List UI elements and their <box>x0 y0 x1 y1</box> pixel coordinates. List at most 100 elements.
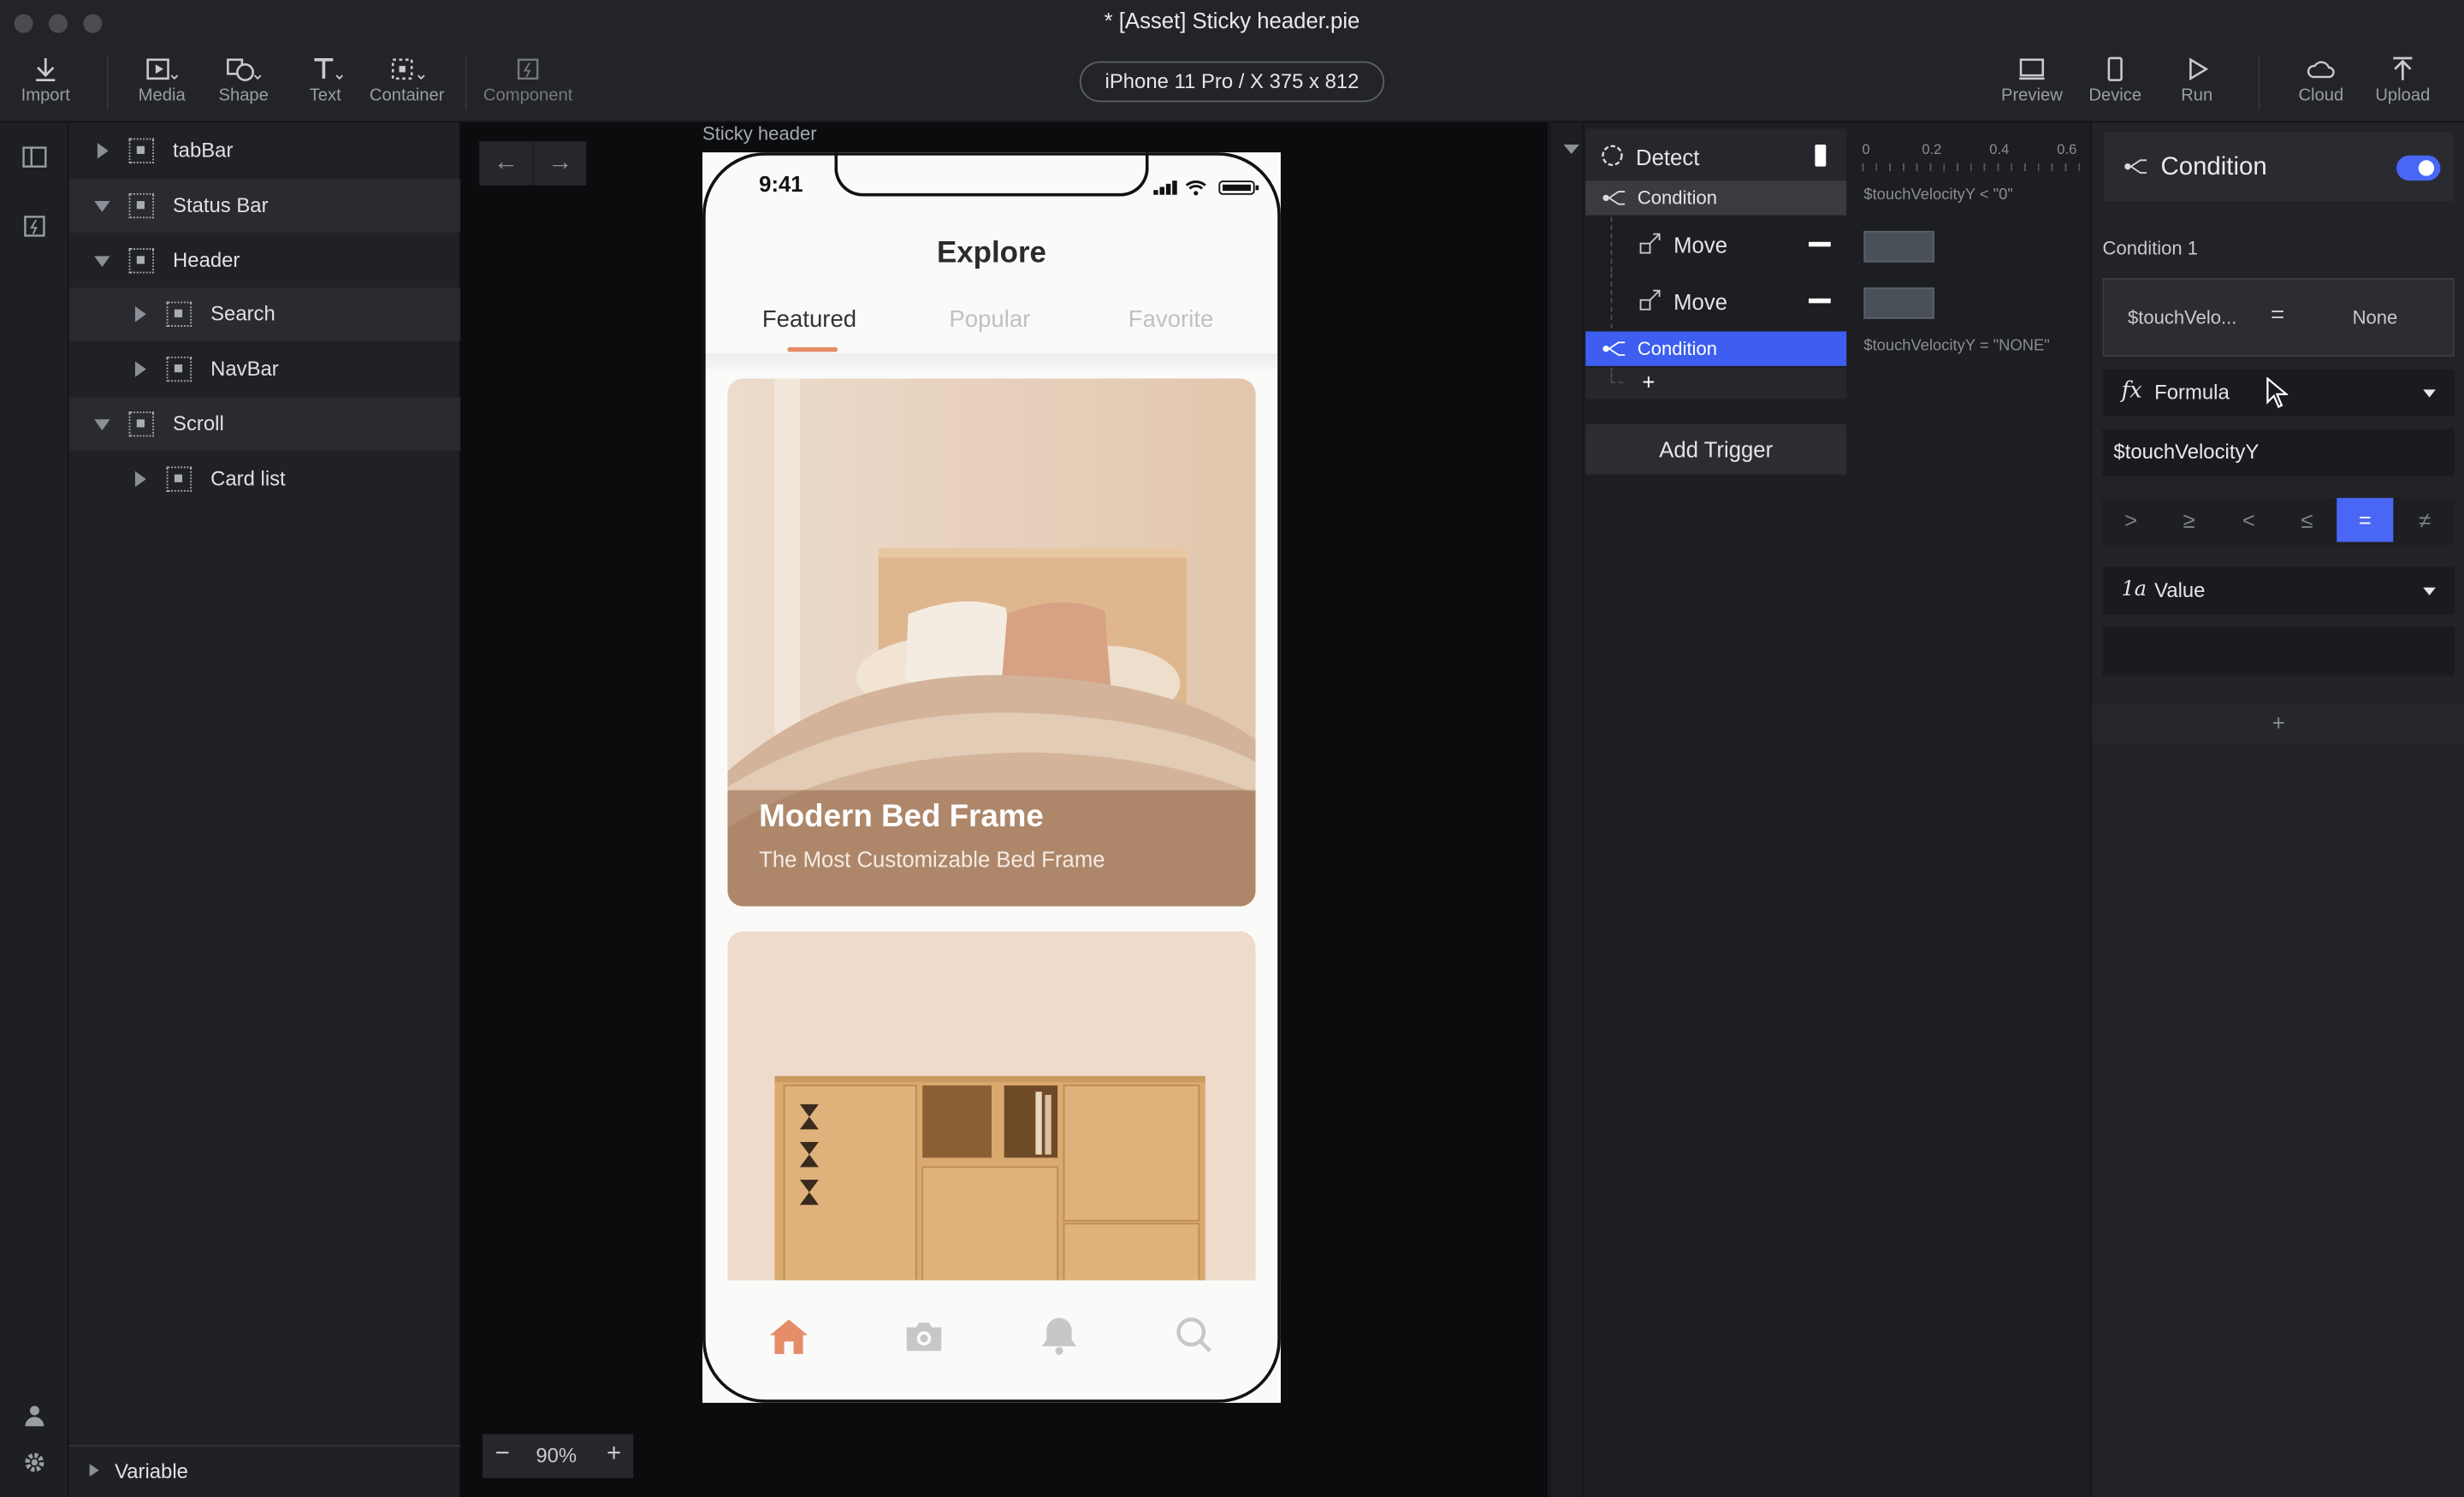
signal-icon <box>1153 180 1177 195</box>
window-title: * [Asset] Sticky header.pie <box>1104 8 1360 33</box>
layer-row-navbar[interactable]: NavBar <box>69 342 460 395</box>
operator-eq-button[interactable]: = <box>2337 498 2394 542</box>
ruler-tick: 0.2 <box>1922 141 1942 157</box>
add-response-row[interactable]: + <box>1585 367 1847 399</box>
layer-label: Card list <box>210 466 286 490</box>
cloud-label: Cloud <box>2298 86 2344 106</box>
card-title: Modern Bed Frame <box>759 799 1044 835</box>
condition-row-2[interactable]: Condition <box>1585 331 1847 366</box>
ruler-tick: 0.4 <box>1989 141 2010 157</box>
active-tab-indicator <box>787 346 838 352</box>
operator-gte-button[interactable]: ≥ <box>2161 498 2218 541</box>
move-row-2[interactable]: Move <box>1585 273 1846 328</box>
add-condition-button[interactable]: + <box>2091 703 2464 743</box>
layer-label: tabBar <box>173 138 234 163</box>
move-icon <box>1639 233 1661 254</box>
formula-input[interactable]: $touchVelocityY <box>2102 429 2455 476</box>
upload-icon <box>2393 56 2413 80</box>
remove-action-icon[interactable] <box>1809 298 1831 304</box>
move-row-1[interactable]: Move <box>1585 216 1846 272</box>
expand-arrow-icon[interactable] <box>134 306 146 322</box>
run-button[interactable]: Run <box>2141 56 2252 105</box>
container-button[interactable]: Container <box>352 56 462 105</box>
move-animation-bar[interactable] <box>1863 230 1935 263</box>
tab-popular[interactable]: Popular <box>949 306 1030 333</box>
layers-panel-icon[interactable] <box>22 145 47 169</box>
operator-lt-button[interactable]: < <box>2220 498 2277 541</box>
layer-row-tabbar[interactable]: tabBar <box>69 124 460 177</box>
forward-button[interactable]: → <box>532 141 587 186</box>
condition-icon <box>2124 159 2147 174</box>
expand-arrow-icon[interactable] <box>89 1464 99 1477</box>
detect-label: Detect <box>1636 144 1700 170</box>
operator-neq-button[interactable]: ≠ <box>2396 498 2453 541</box>
search-icon[interactable] <box>1176 1317 1213 1354</box>
layer-row-search[interactable]: Search <box>68 287 461 341</box>
move-animation-bar[interactable] <box>1863 287 1935 319</box>
layer-label: Search <box>210 301 275 326</box>
tab-favorite[interactable]: Favorite <box>1128 306 1214 333</box>
condition-summary[interactable]: $touchVelo... = None <box>2102 278 2455 357</box>
layer-row-status-bar[interactable]: Status Bar <box>68 179 461 233</box>
layer-row-header[interactable]: Header <box>69 234 460 287</box>
phone-preview[interactable]: 9:41 Explore Featured Popular Favorite M… <box>702 152 1281 1403</box>
header-shadow <box>702 353 1281 370</box>
zoom-out-button[interactable]: − <box>495 1441 510 1469</box>
components-panel-icon[interactable] <box>22 214 47 239</box>
import-label: Import <box>21 86 70 106</box>
add-trigger-button[interactable]: Add Trigger <box>1585 423 1847 475</box>
preview-label: Preview <box>2000 86 2063 106</box>
condition-icon <box>1602 191 1626 205</box>
camera-icon[interactable] <box>903 1319 945 1353</box>
expand-arrow-icon[interactable] <box>134 470 146 488</box>
value-input[interactable] <box>2102 626 2455 676</box>
detect-duration-marker <box>1815 144 1827 167</box>
toolbar-divider <box>2258 56 2260 110</box>
bell-icon[interactable] <box>1039 1315 1080 1356</box>
card-modern-bed-frame[interactable]: Modern Bed Frame The Most Customizable B… <box>727 378 1256 907</box>
layer-row-card-list[interactable]: Card list <box>69 453 460 506</box>
home-icon[interactable] <box>768 1318 809 1356</box>
move-label: Move <box>1673 288 1728 315</box>
collapse-arrow-icon[interactable] <box>94 256 110 268</box>
user-icon[interactable] <box>24 1405 46 1427</box>
expand-arrow-icon[interactable] <box>97 143 109 159</box>
variable-section[interactable]: Variable <box>68 1445 461 1497</box>
value-dropdown[interactable]: 1a Value <box>2102 566 2455 614</box>
upload-button[interactable]: Upload <box>2348 56 2458 105</box>
layer-row-scroll[interactable]: Scroll <box>68 397 461 452</box>
remove-action-icon[interactable] <box>1809 241 1831 247</box>
component-button[interactable]: Component <box>473 56 583 105</box>
summary-right-operand: None <box>2352 306 2398 328</box>
container-layer-icon <box>128 248 155 274</box>
condition-row-1[interactable]: Condition <box>1585 180 1847 216</box>
condition-expression-2: $touchVelocityY = "NONE" <box>1863 337 2050 356</box>
cloud-icon <box>2307 61 2335 79</box>
zoom-in-button[interactable]: + <box>607 1441 621 1469</box>
left-rail <box>0 122 69 1497</box>
inspector-header: Condition <box>2104 132 2454 202</box>
collapse-arrow-icon[interactable] <box>94 419 110 431</box>
tab-featured[interactable]: Featured <box>762 306 856 333</box>
device-selector[interactable]: iPhone 11 Pro / X 375 x 812 <box>1079 61 1385 103</box>
layer-label: Header <box>173 248 240 272</box>
gear-icon[interactable] <box>24 1452 46 1474</box>
layer-label: NavBar <box>210 356 279 381</box>
condition-toggle[interactable] <box>2396 155 2441 181</box>
collapse-arrow-icon[interactable] <box>94 201 110 212</box>
formula-dropdown[interactable]: fx Formula <box>2102 369 2455 417</box>
import-button[interactable]: Import <box>0 56 101 105</box>
panel-divider <box>1582 122 1584 1497</box>
back-button[interactable]: ← <box>479 141 533 186</box>
operator-lte-button[interactable]: ≤ <box>2278 498 2335 541</box>
arrow-left-icon: ← <box>493 149 519 176</box>
expand-arrow-icon[interactable] <box>134 361 146 377</box>
timeline-track[interactable]: 0 0.2 0.4 0.6 $touchVelocityY < "0" $tou… <box>1853 122 2092 1497</box>
add-response-button[interactable]: + <box>1642 370 1655 394</box>
card-cabinet[interactable] <box>727 931 1256 1309</box>
collapse-arrow-icon[interactable] <box>1563 144 1579 154</box>
trigger-detect[interactable]: Detect <box>1585 128 1847 183</box>
operator-gt-button[interactable]: > <box>2103 498 2159 541</box>
layers-panel: tabBar Status Bar Header Search NavBar S… <box>68 122 461 1497</box>
device-icon <box>2107 56 2123 81</box>
